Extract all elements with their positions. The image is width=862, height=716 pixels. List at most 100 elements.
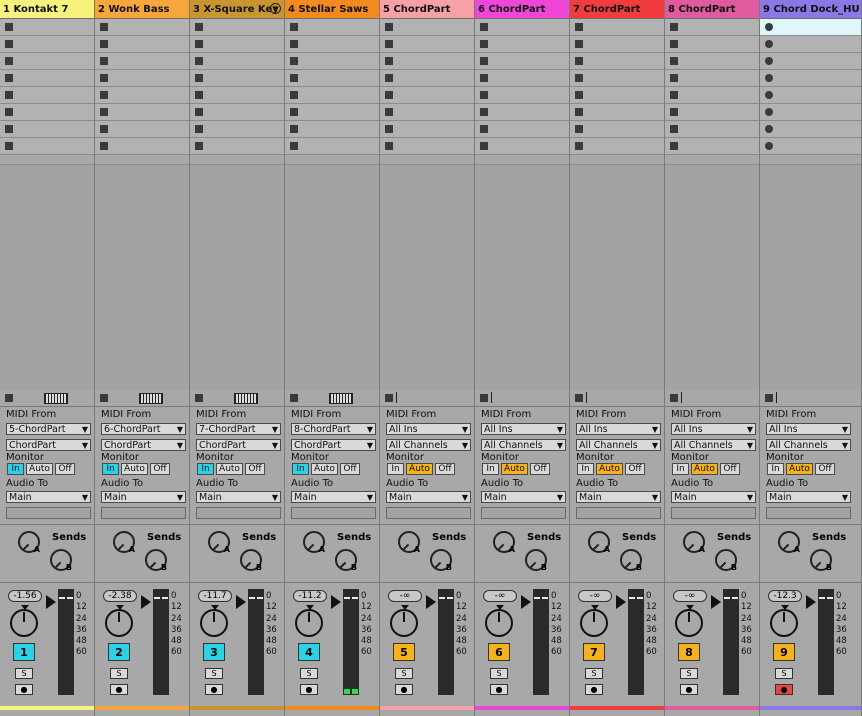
- clip-slot[interactable]: [190, 19, 284, 36]
- midi-channel-select[interactable]: All Channels ▼: [766, 439, 851, 451]
- fader-arrow-icon[interactable]: [521, 595, 531, 609]
- clip-slot[interactable]: [95, 53, 189, 70]
- stop-square-icon[interactable]: [5, 23, 13, 31]
- clip-slot[interactable]: [190, 121, 284, 138]
- stop-square-icon[interactable]: [575, 74, 583, 82]
- pan-knob[interactable]: [580, 609, 608, 637]
- clip-slot[interactable]: [285, 87, 379, 104]
- monitor-auto-button[interactable]: Auto: [311, 463, 338, 475]
- stop-square-icon[interactable]: [195, 91, 203, 99]
- stop-square-icon[interactable]: [5, 142, 13, 150]
- fader-cap[interactable]: [352, 597, 358, 599]
- track-title-bar[interactable]: 4 Stellar Saws: [285, 0, 379, 19]
- fader-cap[interactable]: [257, 597, 263, 599]
- record-circle-icon[interactable]: [765, 91, 773, 99]
- volume-value[interactable]: -11.7: [198, 590, 232, 602]
- monitor-off-button[interactable]: Off: [720, 463, 740, 475]
- stop-square-icon[interactable]: [100, 57, 108, 65]
- record-circle-icon[interactable]: [765, 23, 773, 31]
- clip-slot[interactable]: [285, 70, 379, 87]
- clip-slot[interactable]: [475, 70, 569, 87]
- send-a-knob[interactable]: A: [18, 531, 40, 554]
- pan-knob[interactable]: [200, 609, 228, 637]
- record-arm-button[interactable]: ●: [15, 684, 33, 695]
- fader-arrow-icon[interactable]: [616, 595, 626, 609]
- clip-slot[interactable]: [475, 87, 569, 104]
- stop-square-icon[interactable]: [100, 108, 108, 116]
- clip-slot[interactable]: [475, 121, 569, 138]
- stop-square-icon[interactable]: [5, 108, 13, 116]
- audio-to-select[interactable]: Main ▼: [386, 491, 471, 503]
- stop-square-icon[interactable]: [195, 125, 203, 133]
- stop-square-icon[interactable]: [575, 142, 583, 150]
- monitor-in-button[interactable]: In: [387, 463, 404, 475]
- pan-knob[interactable]: [770, 609, 798, 637]
- stop-square-icon[interactable]: [480, 40, 488, 48]
- clip-slot[interactable]: [665, 121, 759, 138]
- monitor-auto-button[interactable]: Auto: [596, 463, 623, 475]
- clip-slot[interactable]: [285, 138, 379, 155]
- stop-square-icon[interactable]: [385, 74, 393, 82]
- audio-to-select[interactable]: Main ▼: [766, 491, 851, 503]
- solo-button[interactable]: S: [110, 668, 128, 679]
- clip-slot[interactable]: [760, 53, 861, 70]
- clip-slot[interactable]: [760, 36, 861, 53]
- track-title-bar[interactable]: 7 ChordPart: [570, 0, 664, 19]
- midi-from-select[interactable]: 5-ChordPart ▼: [6, 423, 91, 435]
- midi-channel-select[interactable]: All Channels ▼: [386, 439, 471, 451]
- stop-square-icon[interactable]: [575, 23, 583, 31]
- track-title-bar[interactable]: 8 ChordPart: [665, 0, 759, 19]
- stop-square-icon[interactable]: [100, 91, 108, 99]
- stop-square-icon[interactable]: [480, 74, 488, 82]
- fader-cap[interactable]: [637, 597, 643, 599]
- clip-slot[interactable]: [95, 87, 189, 104]
- send-b-knob[interactable]: B: [810, 549, 832, 572]
- fader-arrow-icon[interactable]: [236, 595, 246, 609]
- track-title-bar[interactable]: 9 Chord Dock_HU: [760, 0, 861, 19]
- stop-square-icon[interactable]: [670, 74, 678, 82]
- stop-square-icon[interactable]: [5, 74, 13, 82]
- clip-slot[interactable]: [95, 19, 189, 36]
- monitor-auto-button[interactable]: Auto: [26, 463, 53, 475]
- stop-square-icon[interactable]: [670, 125, 678, 133]
- clip-slot[interactable]: [0, 87, 94, 104]
- stop-square-icon[interactable]: [575, 91, 583, 99]
- fader-cap[interactable]: [534, 597, 540, 599]
- record-arm-button[interactable]: ●: [110, 684, 128, 695]
- midi-from-select[interactable]: 7-ChordPart ▼: [196, 423, 281, 435]
- clip-slot[interactable]: [285, 36, 379, 53]
- stop-square-icon[interactable]: [385, 23, 393, 31]
- fader-cap[interactable]: [249, 597, 255, 599]
- send-b-knob[interactable]: B: [715, 549, 737, 572]
- track-title-bar[interactable]: 3 X-Square Key ▾: [190, 0, 284, 19]
- stop-square-icon[interactable]: [100, 125, 108, 133]
- clip-slot[interactable]: [95, 70, 189, 87]
- stop-square-icon[interactable]: [5, 40, 13, 48]
- stop-square-icon[interactable]: [480, 23, 488, 31]
- clip-slot[interactable]: [190, 104, 284, 121]
- stop-square-icon[interactable]: [290, 142, 298, 150]
- volume-value[interactable]: -1.56: [8, 590, 42, 602]
- send-b-knob[interactable]: B: [145, 549, 167, 572]
- clip-slot[interactable]: [380, 87, 474, 104]
- fader-cap[interactable]: [724, 597, 730, 599]
- stop-square-icon[interactable]: [100, 23, 108, 31]
- record-arm-button[interactable]: ●: [300, 684, 318, 695]
- monitor-in-button[interactable]: In: [482, 463, 499, 475]
- stop-square-icon[interactable]: [480, 394, 488, 402]
- track-title-bar[interactable]: 5 ChordPart: [380, 0, 474, 19]
- monitor-in-button[interactable]: In: [577, 463, 594, 475]
- clip-slot[interactable]: [190, 138, 284, 155]
- solo-button[interactable]: S: [15, 668, 33, 679]
- send-b-knob[interactable]: B: [240, 549, 262, 572]
- monitor-in-button[interactable]: In: [672, 463, 689, 475]
- monitor-auto-button[interactable]: Auto: [786, 463, 813, 475]
- clip-slot[interactable]: [285, 53, 379, 70]
- clip-slot[interactable]: [0, 121, 94, 138]
- send-b-knob[interactable]: B: [430, 549, 452, 572]
- clip-slot[interactable]: [285, 19, 379, 36]
- midi-channel-select[interactable]: All Channels ▼: [576, 439, 661, 451]
- monitor-in-button[interactable]: In: [767, 463, 784, 475]
- track-activator-button[interactable]: 8: [678, 643, 700, 661]
- clip-slot[interactable]: [665, 104, 759, 121]
